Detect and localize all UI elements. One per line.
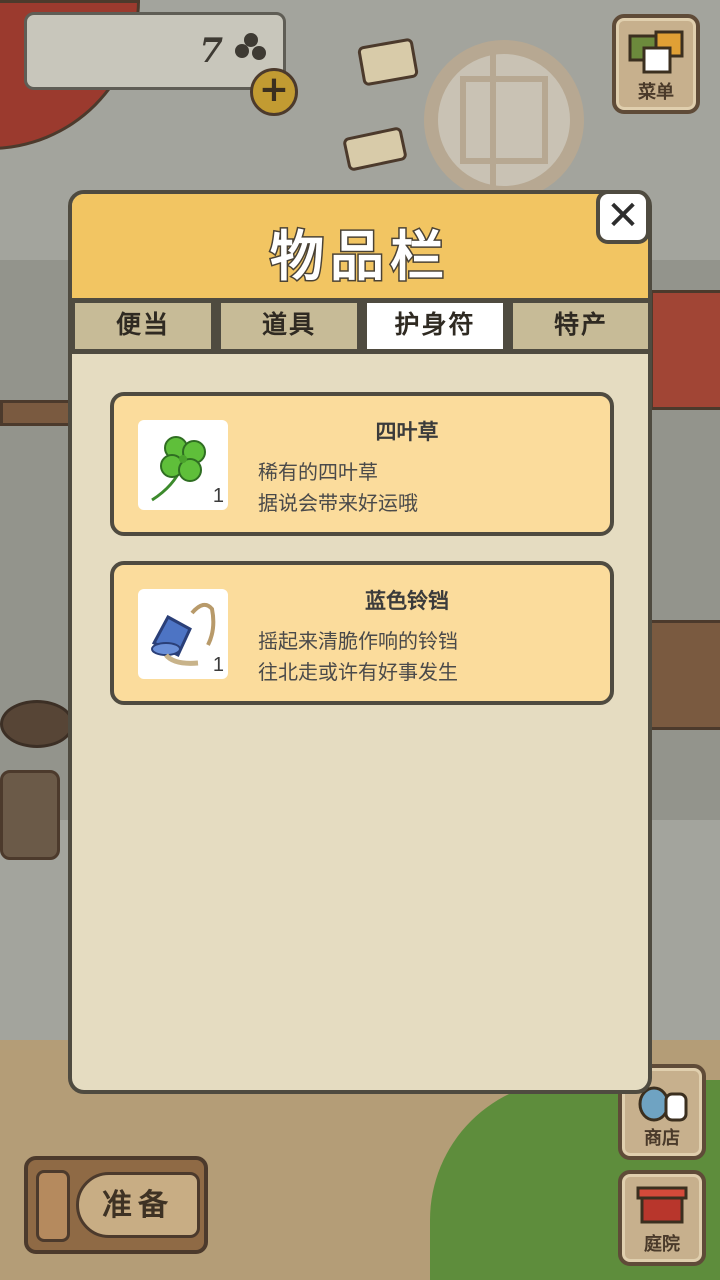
item-name: 蓝色铃铛: [365, 589, 449, 613]
panel-title: 物品栏: [269, 224, 450, 290]
item-quantity: 1: [212, 485, 224, 507]
wooden-table: [640, 620, 720, 730]
red-shelf: [650, 290, 720, 410]
shop-label: 商店: [644, 1128, 680, 1149]
item-card-bell[interactable]: 1 蓝色铃铛 摇起来清脆作响的铃铛 往北走或许有好事发生: [110, 561, 614, 705]
item-description-line: 往北走或许有好事发生: [258, 660, 458, 684]
tab-tools[interactable]: 道具: [218, 300, 360, 352]
tab-bento[interactable]: 便当: [72, 300, 214, 352]
panel-header: 物品栏: [72, 194, 648, 302]
tab-charms[interactable]: 护身符: [364, 300, 506, 352]
prepare-button[interactable]: 准备: [24, 1156, 208, 1254]
garden-button[interactable]: 庭院: [618, 1170, 706, 1266]
menu-button[interactable]: 菜单: [612, 14, 700, 114]
clover-counter: 7: [24, 12, 286, 90]
garden-icon: [636, 1186, 688, 1224]
item-quantity: 1: [212, 654, 224, 676]
barrel: [0, 700, 74, 748]
log-icon: [36, 1170, 70, 1242]
close-button[interactable]: ✕: [596, 190, 650, 244]
item-name: 四叶草: [375, 420, 439, 444]
tab-bar: 便当 道具 护身符 特产: [72, 298, 648, 354]
item-card-clover[interactable]: 1 四叶草 稀有的四叶草 据说会带来好运哦: [110, 392, 614, 536]
inventory-panel: 物品栏 便当 道具 护身符 特产 1 四叶草 稀有的四叶草 据说会带来好运哦 1…: [68, 190, 652, 1094]
pot: [0, 770, 60, 860]
item-description-line: 据说会带来好运哦: [258, 491, 418, 515]
menu-label: 菜单: [638, 82, 674, 103]
item-description-line: 稀有的四叶草: [258, 460, 378, 484]
clover-icon: [235, 33, 266, 60]
item-description-line: 摇起来清脆作响的铃铛: [258, 629, 458, 653]
clover-count: 7: [199, 31, 223, 71]
tab-specialties[interactable]: 特产: [510, 300, 648, 352]
add-clover-button[interactable]: +: [250, 68, 298, 116]
round-window: [424, 40, 584, 200]
item-thumbnail: 1: [138, 589, 228, 679]
prepare-label: 准备: [76, 1172, 200, 1238]
menu-icon: [628, 30, 684, 74]
garden-label: 庭院: [644, 1234, 680, 1255]
item-thumbnail: 1: [138, 420, 228, 510]
